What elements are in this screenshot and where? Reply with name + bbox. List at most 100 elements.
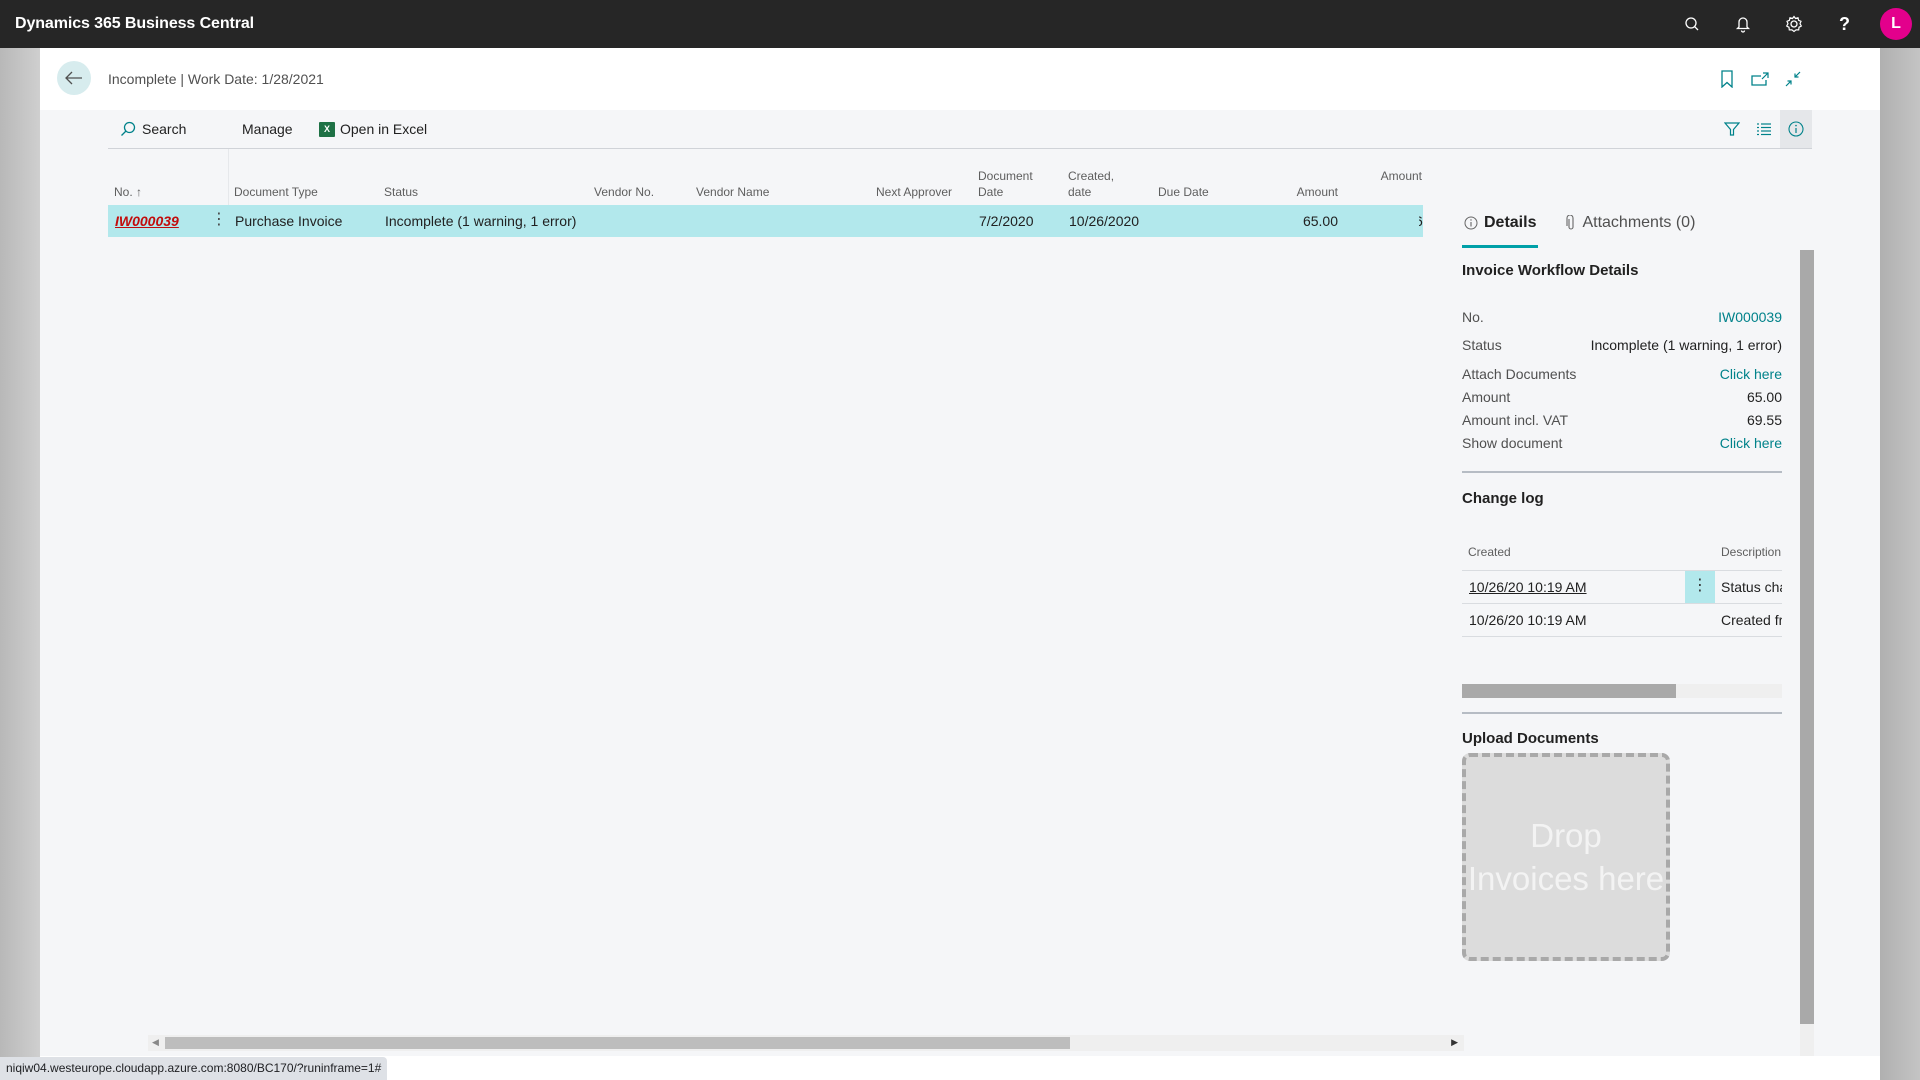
gear-icon[interactable] — [1768, 0, 1819, 48]
field-status: Status Incomplete (1 warning, 1 error) — [1462, 334, 1782, 363]
search-icon — [121, 121, 136, 136]
factbox-scrollbar-thumb[interactable] — [1800, 250, 1814, 1024]
info-icon — [1464, 216, 1478, 230]
horizontal-scrollbar-thumb[interactable] — [165, 1037, 1070, 1049]
collapse-icon[interactable] — [1779, 65, 1806, 92]
change-log-created: 10/26/20 10:19 AM — [1469, 612, 1587, 628]
column-header-amount[interactable]: Amount — [1258, 184, 1338, 200]
change-log-scrollbar-thumb[interactable] — [1462, 684, 1677, 698]
field-amount-incl-vat-label: Amount incl. VAT — [1462, 412, 1569, 428]
field-attach-documents-label: Attach Documents — [1462, 366, 1577, 382]
column-header-no[interactable]: No. ↑ — [114, 184, 142, 200]
tab-attachments-label: Attachments (0) — [1582, 214, 1696, 231]
left-backdrop — [0, 48, 40, 1080]
column-header-created[interactable]: Created — [1468, 545, 1511, 559]
change-log-scrollbar[interactable] — [1462, 684, 1782, 698]
open-in-excel-button[interactable]: X Open in Excel — [319, 110, 427, 148]
user-avatar[interactable]: L — [1880, 8, 1912, 40]
field-status-label: Status — [1462, 337, 1502, 353]
column-header-document-date[interactable]: Document Date — [978, 168, 1033, 200]
app-bar: Dynamics 365 Business Central ? L — [0, 0, 1920, 48]
manage-button-label: Manage — [242, 121, 293, 137]
column-header-due-date[interactable]: Due Date — [1158, 184, 1209, 200]
bell-icon[interactable] — [1717, 0, 1768, 48]
cell-created-date: 10/26/2020 — [1069, 213, 1140, 229]
horizontal-scrollbar[interactable]: ◀ ▶ — [148, 1035, 1464, 1051]
cell-amount: 65.00 — [1302, 213, 1338, 229]
column-header-vendor-name[interactable]: Vendor Name — [696, 184, 769, 200]
cell-document-type: Purchase Invoice — [235, 213, 343, 229]
page-header: Incomplete | Work Date: 1/28/2021 — [40, 48, 1880, 110]
field-status-value: Incomplete (1 warning, 1 error) — [1590, 337, 1782, 353]
back-button[interactable] — [57, 61, 91, 95]
scroll-right-icon[interactable]: ▶ — [1451, 1037, 1458, 1048]
field-show-document-label: Show document — [1462, 435, 1563, 451]
attach-documents-link[interactable]: Click here — [1720, 366, 1782, 382]
arrow-left-icon — [65, 71, 82, 85]
field-no: No. IW000039 — [1462, 306, 1782, 334]
app-bar-actions: ? L — [1666, 0, 1920, 48]
open-in-excel-label: Open in Excel — [340, 121, 428, 137]
column-header-description[interactable]: Description — [1721, 545, 1781, 559]
action-bar: Search Manage X Open in Excel — [108, 110, 1812, 149]
dropzone-text: Drop Invoices here — [1467, 817, 1665, 897]
change-log-created[interactable]: 10/26/20 10:19 AM — [1469, 579, 1587, 595]
column-header-next-approver[interactable]: Next Approver — [876, 184, 952, 200]
show-document-link[interactable]: Click here — [1720, 435, 1782, 451]
field-amount-incl-vat: Amount incl. VAT 69.55 — [1462, 409, 1782, 432]
paperclip-icon — [1566, 215, 1576, 231]
list-header: No. ↑ Document Type Status Vendor No. Ve… — [108, 149, 1423, 205]
column-separator — [228, 149, 229, 205]
table-row[interactable]: IW000039 ⋮ Purchase Invoice Incomplete (… — [108, 205, 1423, 237]
column-header-document-type[interactable]: Document Type — [234, 184, 318, 200]
field-amount-incl-vat-value: 69.55 — [1746, 412, 1782, 428]
help-icon[interactable]: ? — [1819, 0, 1870, 48]
invoice-dropzone[interactable]: Drop Invoices here — [1462, 753, 1670, 961]
search-button[interactable]: Search — [120, 110, 186, 148]
search-icon[interactable] — [1666, 0, 1717, 48]
right-backdrop — [1880, 48, 1920, 1080]
row-menu-icon[interactable]: ⋮ — [1685, 571, 1715, 603]
factbox-scrollbar[interactable] — [1800, 250, 1814, 1056]
search-button-label: Search — [142, 121, 187, 137]
field-amount-label: Amount — [1462, 389, 1511, 405]
column-header-amount-incl-vat[interactable]: Amount — [1342, 168, 1422, 184]
page-header-actions — [1713, 65, 1806, 92]
column-header-status[interactable]: Status — [384, 184, 418, 200]
change-log-row[interactable]: 10/26/20 10:19 AM Created fr — [1462, 604, 1782, 637]
open-new-window-icon[interactable] — [1746, 65, 1773, 92]
info-icon[interactable] — [1780, 110, 1812, 148]
manage-button[interactable]: Manage — [242, 110, 293, 148]
factbox-pane: Details Attachments (0) Invoice Workflow… — [1462, 204, 1842, 1004]
scroll-left-icon[interactable]: ◀ — [152, 1037, 159, 1048]
field-no-label: No. — [1462, 309, 1484, 325]
cell-no[interactable]: IW000039 — [115, 205, 179, 237]
field-show-document: Show document Click here — [1462, 432, 1782, 455]
bookmark-icon[interactable] — [1713, 65, 1740, 92]
tab-details[interactable]: Details — [1462, 204, 1539, 248]
details-panel: Invoice Workflow Details No. IW000039 St… — [1462, 260, 1782, 961]
list-view-icon[interactable] — [1748, 110, 1780, 148]
page-caption: Incomplete | Work Date: 1/28/2021 — [108, 71, 324, 87]
factbox-tabs: Details Attachments (0) — [1462, 204, 1697, 248]
change-log-row[interactable]: 10/26/20 10:19 AM ⋮ Status cha — [1462, 571, 1782, 604]
upload-documents-title: Upload Documents — [1462, 730, 1599, 747]
filter-icon[interactable] — [1716, 110, 1748, 148]
change-log-description: Created fr — [1721, 612, 1782, 628]
invoice-list: No. ↑ Document Type Status Vendor No. Ve… — [108, 149, 1423, 237]
row-menu-icon[interactable]: ⋮ — [211, 205, 227, 237]
field-attach-documents: Attach Documents Click here — [1462, 363, 1782, 386]
column-header-created-date[interactable]: Created, date — [1068, 168, 1114, 200]
list-page: Incomplete | Work Date: 1/28/2021 Search… — [40, 48, 1880, 1056]
cell-status: Incomplete (1 warning, 1 error) — [385, 213, 577, 229]
cell-amount-incl-vat-value: 69 — [1419, 213, 1423, 229]
app-title: Dynamics 365 Business Central — [15, 15, 254, 32]
excel-icon: X — [319, 121, 335, 137]
cell-document-date: 7/2/2020 — [979, 213, 1034, 229]
field-amount-value: 65.00 — [1746, 389, 1782, 405]
column-header-vendor-no[interactable]: Vendor No. — [594, 184, 654, 200]
tab-attachments[interactable]: Attachments (0) — [1564, 204, 1697, 242]
invoice-workflow-details-title: Invoice Workflow Details — [1462, 262, 1639, 279]
view-options — [1716, 110, 1812, 148]
field-no-value[interactable]: IW000039 — [1718, 309, 1782, 325]
